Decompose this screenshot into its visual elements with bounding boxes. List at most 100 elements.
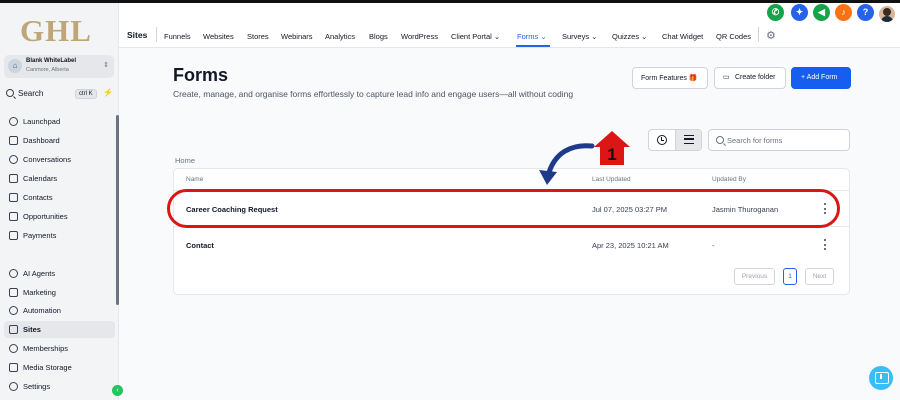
help-chat-button[interactable] [869,366,893,390]
app-logo[interactable]: GHL [20,13,92,49]
account-name: Blank WhiteLabel [26,58,77,64]
sidebar-item-label: Marketing [23,288,56,297]
search-icon [716,136,724,144]
gear-icon [9,382,18,391]
create-folder-label: Create folder [735,74,776,81]
collapse-sidebar-button[interactable]: ‹ [112,385,123,396]
megaphone-icon[interactable]: ◀ [813,4,830,21]
add-form-label: + Add Form [801,74,838,81]
sidebar-item-sites[interactable]: Sites [4,321,115,338]
page-number-button[interactable]: 1 [783,268,797,285]
help-icon[interactable]: ? [857,4,874,21]
megaphone-glyph: ◀ [818,7,825,17]
payments-icon [9,231,18,240]
recent-view-button[interactable] [649,130,675,150]
forms-search[interactable] [708,129,850,151]
add-form-button[interactable]: + Add Form [791,67,851,89]
user-avatar[interactable] [879,6,895,22]
tab-blogs[interactable]: Blogs [369,32,388,41]
previous-page-button[interactable]: Previous [734,268,775,285]
bolt-icon[interactable]: ✦ [791,4,808,21]
tab-analytics[interactable]: Analytics [325,32,355,41]
sidebar-scrollbar[interactable] [116,115,119,305]
sidebar-item-automation[interactable]: Automation [4,302,115,319]
form-name[interactable]: Contact [186,241,214,250]
quick-action-bolt-icon[interactable]: ⚡ [103,88,113,97]
sidebar-item-media-storage[interactable]: Media Storage [4,359,115,376]
tab-wordpress[interactable]: WordPress [401,32,438,41]
form-features-button[interactable]: Form Features 🎁 [632,67,708,89]
divider [758,27,759,42]
rocket-icon [9,117,18,126]
tab-quizzes[interactable]: Quizzes ⌄ [612,32,647,41]
dashboard-icon [9,136,18,145]
page-description: Create, manage, and organise forms effor… [173,89,574,99]
arrow-head-icon [539,170,557,185]
send-icon [9,288,18,297]
tab-qr-codes[interactable]: QR Codes [716,32,751,41]
sidebar-item-ai-agents[interactable]: AI Agents [4,265,115,282]
sidebar-search[interactable]: Search ctrl K ⚡ [4,88,114,101]
sidebar-item-label: Opportunities [23,212,68,221]
tab-surveys[interactable]: Surveys ⌄ [562,32,597,41]
account-switcher[interactable]: ⌂ Blank WhiteLabel Canmore, Alberta ⇕ [4,55,114,78]
opportunities-icon [9,212,18,221]
sidebar-item-contacts[interactable]: Contacts [4,189,115,206]
sidebar-item-label: Sites [23,325,41,334]
contacts-icon [9,193,18,202]
tab-chat-widget[interactable]: Chat Widget [662,32,703,41]
sidebar-item-settings[interactable]: Settings [4,378,115,395]
sidebar-item-label: Memberships [23,344,69,353]
tab-client-portal[interactable]: Client Portal ⌄ [451,32,500,41]
gear-icon[interactable]: ⚙ [766,29,776,42]
column-header-updated-by: Updated By [712,176,746,183]
sidebar-item-launchpad[interactable]: Launchpad [4,113,115,130]
sidebar-item-label: Settings [23,382,51,391]
sidebar-item-opportunities[interactable]: Opportunities [4,208,115,225]
search-icon [6,89,14,97]
sidebar-item-marketing[interactable]: Marketing [4,284,115,301]
curved-arrow-icon [545,143,595,179]
sidebar-item-label: Conversations [23,155,71,164]
phone-icon[interactable]: ✆ [767,4,784,21]
phone-glyph: ✆ [771,7,780,17]
table-row[interactable]: Contact Apr 23, 2025 10:21 AM - [174,226,849,262]
list-view-button[interactable] [675,130,701,150]
account-avatar-icon: ⌂ [8,59,22,73]
divider [156,27,157,42]
tab-webinars[interactable]: Webinars [281,32,313,41]
sidebar-item-label: Launchpad [23,117,61,126]
breadcrumb[interactable]: Home [175,156,195,165]
form-updated-by: - [712,241,715,250]
media-icon [9,363,18,372]
automation-icon [9,306,18,315]
sidebar-item-dashboard[interactable]: Dashboard [4,132,115,149]
bell-icon[interactable]: ♪ [835,4,852,21]
page-title: Forms [173,65,229,85]
account-location: Canmore, Alberta [26,67,69,73]
sidebar-item-label: Payments [23,231,57,240]
sites-icon [9,325,18,334]
sidebar-item-memberships[interactable]: Memberships [4,340,115,357]
next-page-button[interactable]: Next [805,268,834,285]
sidebar-item-calendars[interactable]: Calendars [4,170,115,187]
step-number: 1 [607,145,616,164]
active-tab-indicator [516,45,550,47]
forms-search-input[interactable] [727,133,845,147]
tab-forms[interactable]: Forms ⌄ [517,32,547,41]
create-folder-button[interactable]: ▭ Create folder [714,67,786,89]
more-options-icon[interactable] [822,238,828,252]
sparkle-icon [9,269,18,278]
sidebar-item-conversations[interactable]: Conversations [4,151,115,168]
sidebar-item-label: Contacts [23,193,53,202]
sidebar-item-payments[interactable]: Payments [4,227,115,244]
view-toggle[interactable] [648,129,702,151]
tab-funnels[interactable]: Funnels [164,32,191,41]
forms-table: Name Last Updated Updated By Career Coac… [173,168,850,295]
section-title: Sites [127,30,148,40]
sidebar: GHL ⌂ Blank WhiteLabel Canmore, Alberta … [0,3,123,400]
tab-websites[interactable]: Websites [203,32,234,41]
bolt-glyph: ✦ [795,7,804,17]
folder-icon: ▭ [723,74,730,81]
tab-stores[interactable]: Stores [247,32,269,41]
